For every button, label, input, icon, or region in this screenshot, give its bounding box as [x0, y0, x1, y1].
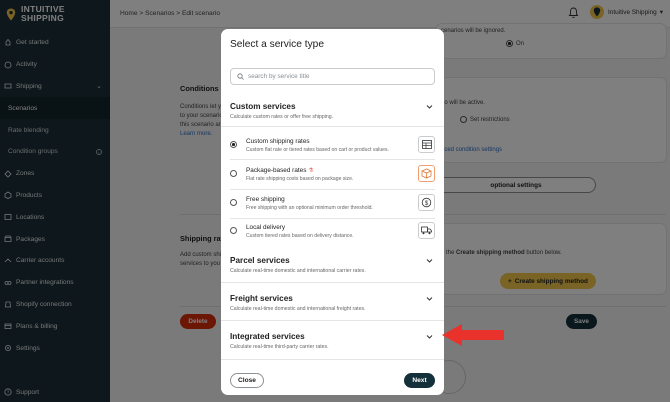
option-free-shipping[interactable]: Free shipping Free shipping with an opti…	[230, 194, 435, 216]
option-desc: Flat rate shipping costs based on packag…	[246, 176, 354, 182]
svg-text:$: $	[425, 201, 429, 207]
divider	[221, 359, 444, 360]
chevron-up-icon[interactable]	[426, 103, 433, 110]
close-button[interactable]: Close	[230, 373, 264, 388]
section-parcel-services[interactable]: Parcel services Calculate real-time dome…	[230, 256, 435, 274]
chevron-down-icon[interactable]	[426, 257, 433, 264]
radio-button[interactable]	[230, 199, 237, 206]
divider	[221, 282, 444, 283]
search-field[interactable]	[230, 68, 435, 85]
table-icon	[418, 136, 435, 153]
divider	[221, 126, 444, 127]
option-custom-shipping-rates[interactable]: Custom shipping rates Custom flat rate o…	[230, 136, 435, 158]
service-type-modal: Select a service type Custom services Ca…	[221, 29, 444, 395]
dollar-icon: $	[418, 194, 435, 211]
divider	[230, 159, 435, 160]
option-title: Free shipping	[246, 196, 285, 203]
radio-button[interactable]	[230, 170, 237, 177]
search-input[interactable]	[248, 73, 428, 80]
section-custom-services[interactable]: Custom services Calculate custom rates o…	[230, 102, 435, 120]
truck-icon	[418, 222, 435, 239]
package-icon	[418, 165, 435, 182]
option-local-delivery[interactable]: Local delivery Custom tiered rates based…	[230, 222, 435, 244]
section-integrated-services[interactable]: Integrated services Calculate real-time …	[230, 332, 435, 350]
section-title: Parcel services	[230, 256, 290, 265]
chevron-down-icon[interactable]	[426, 333, 433, 340]
beta-badge-icon: ⚗	[308, 168, 314, 174]
option-package-based-rates[interactable]: Package-based rates ⚗ Flat rate shipping…	[230, 165, 435, 187]
modal-title: Select a service type	[230, 39, 324, 50]
divider	[221, 320, 444, 321]
section-desc: Calculate real-time third-party carrier …	[230, 344, 329, 350]
section-desc: Calculate real-time domestic and interna…	[230, 268, 366, 274]
option-title: Package-based rates ⚗	[246, 167, 314, 174]
option-desc: Custom flat rate or tiered rates based o…	[246, 147, 389, 153]
option-desc: Custom tiered rates based on delivery di…	[246, 233, 354, 239]
radio-button[interactable]	[230, 227, 237, 234]
option-desc: Free shipping with an optional minimum o…	[246, 205, 373, 211]
annotation-arrow-icon	[442, 324, 504, 346]
option-title: Custom shipping rates	[246, 138, 310, 145]
section-desc: Calculate real-time domestic and interna…	[230, 306, 366, 312]
section-title: Integrated services	[230, 332, 305, 341]
radio-button[interactable]	[230, 141, 237, 148]
search-icon	[237, 73, 244, 80]
option-title: Local delivery	[246, 224, 286, 231]
section-title: Custom services	[230, 102, 296, 111]
divider	[230, 189, 435, 190]
section-title: Freight services	[230, 294, 293, 303]
divider	[230, 218, 435, 219]
chevron-down-icon[interactable]	[426, 295, 433, 302]
section-freight-services[interactable]: Freight services Calculate real-time dom…	[230, 294, 435, 312]
section-desc: Calculate custom rates or offer free shi…	[230, 114, 334, 120]
next-button[interactable]: Next	[404, 373, 435, 388]
